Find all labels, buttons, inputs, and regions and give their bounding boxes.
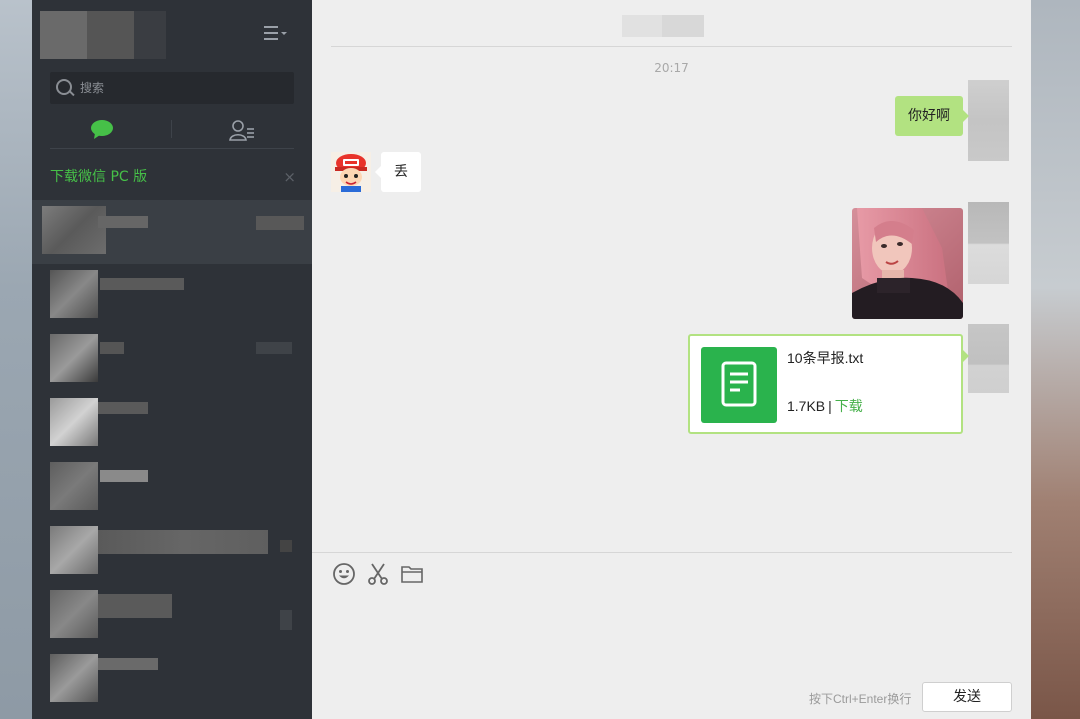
download-link[interactable]: 下载 — [835, 398, 863, 414]
avatar-pixel — [87, 11, 134, 59]
menu-line — [264, 32, 278, 34]
chat-list-item[interactable] — [32, 392, 312, 456]
pixelated-time — [280, 540, 292, 552]
file-message[interactable]: 10条早报.txt 1.7KB | 下载 — [688, 334, 969, 434]
menu-line — [264, 26, 278, 28]
divider — [312, 552, 1012, 553]
chat-list-item[interactable] — [32, 264, 312, 328]
contacts-icon — [229, 120, 254, 141]
user-avatar[interactable] — [40, 11, 166, 59]
tab-contacts[interactable] — [172, 112, 312, 148]
chat-list — [32, 200, 312, 712]
chat-list-item[interactable] — [32, 328, 312, 392]
file-meta: 1.7KB | 下载 — [787, 396, 863, 416]
pixelated-avatar — [42, 206, 106, 254]
message-bubble-sent[interactable]: 你好啊 — [895, 96, 969, 136]
portrait-photo — [852, 208, 963, 319]
my-avatar[interactable] — [968, 202, 1009, 284]
pixelated-avatar — [50, 590, 98, 638]
document-icon — [701, 347, 777, 423]
pixelated-avatar — [50, 462, 98, 510]
my-avatar[interactable] — [968, 324, 1009, 393]
chat-panel: 20:17 你好啊 丢 10条早报.txt 1.7KB | 下载 按下Ctrl+… — [312, 0, 1031, 719]
menu-line — [264, 38, 278, 40]
file-name: 10条早报.txt — [787, 350, 864, 366]
pixelated-name — [98, 594, 172, 618]
tab-divider — [171, 120, 172, 138]
send-button[interactable]: 发送 — [922, 682, 1012, 712]
pixelated-name — [100, 342, 124, 354]
cartoon-avatar-icon — [331, 152, 371, 192]
pixelated-avatar — [50, 526, 98, 574]
chat-icon — [91, 120, 113, 139]
pixelated-time — [256, 216, 304, 230]
pixelated-name — [100, 278, 184, 290]
pixelated-avatar — [50, 398, 98, 446]
editor-toolbar — [332, 562, 434, 586]
pixelated-avatar — [50, 654, 98, 702]
message-timestamp: 20:17 — [654, 61, 689, 75]
my-avatar[interactable] — [968, 80, 1009, 161]
contact-avatar[interactable] — [331, 152, 371, 192]
chat-list-item[interactable] — [32, 520, 312, 584]
download-pc-banner: 下载微信 PC 版 × — [32, 156, 312, 196]
search-box[interactable] — [50, 72, 294, 104]
message-bubble-received[interactable]: 丢 — [375, 152, 421, 192]
menu-icon[interactable] — [264, 26, 290, 44]
close-icon[interactable]: × — [283, 168, 296, 186]
pixelated-time — [280, 610, 292, 630]
chat-list-item[interactable] — [32, 648, 312, 712]
pixelated-avatar — [50, 334, 98, 382]
pixelated-avatar — [50, 270, 98, 318]
send-hint: 按下Ctrl+Enter换行 — [809, 692, 912, 706]
message-image[interactable] — [852, 208, 963, 319]
dropdown-caret-icon — [281, 32, 287, 35]
avatar-pixel — [40, 11, 87, 59]
chat-list-item[interactable] — [32, 584, 312, 648]
search-input[interactable] — [80, 81, 280, 95]
emoji-icon[interactable] — [332, 562, 356, 586]
sidebar-tabs — [32, 112, 312, 148]
pixelated-name — [100, 470, 148, 482]
divider — [50, 148, 294, 149]
search-icon — [56, 79, 74, 97]
folder-icon[interactable] — [400, 562, 424, 586]
divider — [331, 46, 1012, 47]
file-size: 1.7KB — [787, 398, 826, 414]
pixelated-name — [98, 216, 148, 228]
chat-list-item[interactable] — [32, 456, 312, 520]
chat-title — [622, 15, 704, 37]
desktop-background-left — [0, 0, 32, 719]
message-input[interactable] — [332, 596, 1012, 676]
chat-list-item[interactable] — [32, 200, 312, 264]
pixelated-title — [622, 15, 662, 37]
separator: | — [828, 398, 832, 414]
avatar-pixel — [134, 11, 166, 59]
pixelated-name — [98, 402, 148, 414]
pixelated-time — [256, 342, 292, 354]
sidebar: 下载微信 PC 版 × — [32, 0, 312, 719]
desktop-background-right — [1031, 0, 1080, 719]
pixelated-name — [98, 530, 268, 554]
download-pc-link[interactable]: 下载微信 PC 版 — [50, 166, 147, 186]
pixelated-name — [98, 658, 158, 670]
tab-chats[interactable] — [32, 112, 172, 148]
scissors-icon[interactable] — [366, 562, 390, 586]
pixelated-title — [662, 15, 704, 37]
